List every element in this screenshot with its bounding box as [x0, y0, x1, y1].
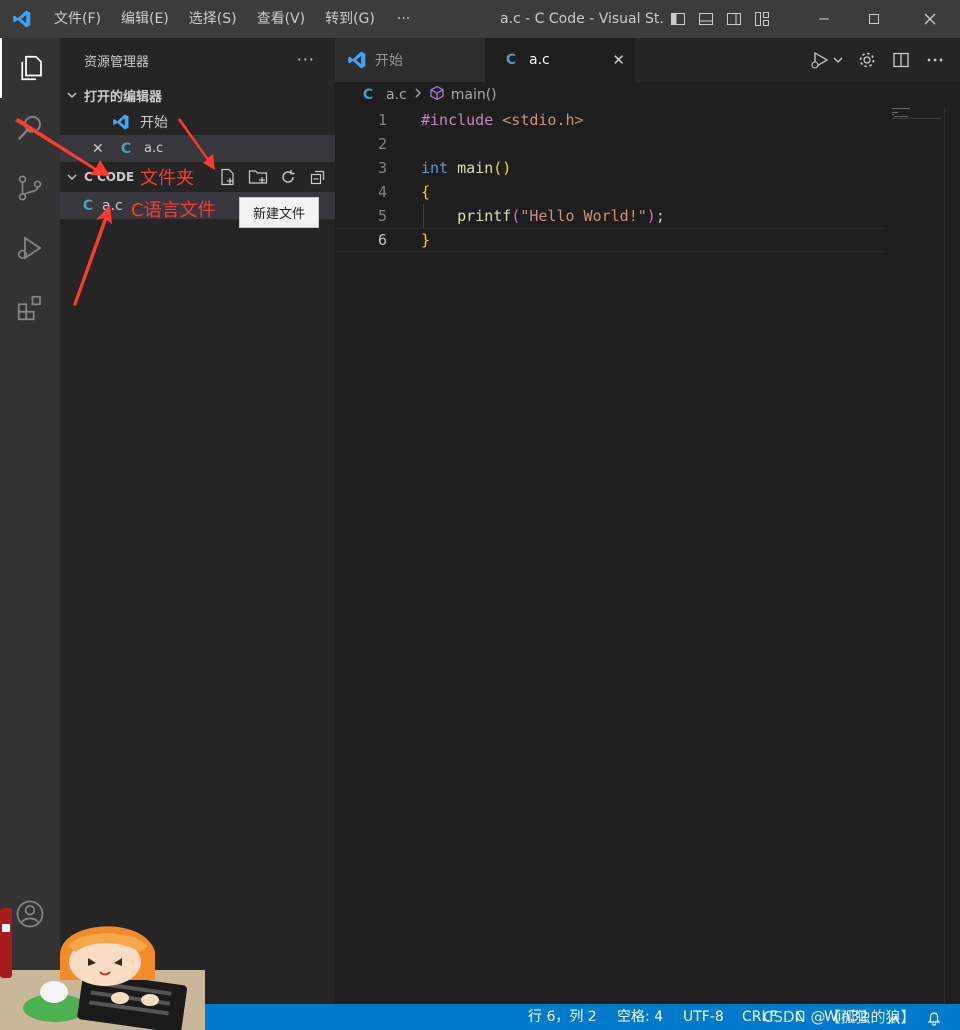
code-editor[interactable]: 1 #include <stdio.h> 2 3 int main() 4 { … [335, 106, 960, 1004]
folder-section-c-code[interactable]: C CODE [60, 164, 335, 190]
menu-more-button[interactable]: ··· [385, 11, 422, 27]
open-editor-item-a-c[interactable]: ✕ C a.c [60, 135, 335, 162]
folder-annotation: 文件夹 [140, 168, 194, 189]
line-number: 5 [377, 207, 387, 225]
code-line-current: 6 } [335, 228, 885, 252]
title-bar: 文件(F) 编辑(E) 选择(S) 查看(V) 转到(G) ··· a.c - … [0, 0, 960, 38]
line-number: 1 [377, 111, 387, 129]
menu-selection[interactable]: 选择(S) [179, 0, 247, 38]
explorer-title: 资源管理器 [84, 54, 150, 70]
more-actions-button[interactable] [924, 50, 946, 70]
new-file-icon[interactable] [218, 167, 238, 187]
line-number: 2 [377, 135, 387, 153]
refresh-icon[interactable] [278, 167, 298, 187]
vscode-logo-icon [0, 0, 44, 38]
chevron-down-icon [60, 171, 84, 183]
line-number: 4 [377, 183, 387, 201]
vscode-icon [112, 113, 134, 131]
open-editor-item-welcome[interactable]: 开始 [60, 108, 335, 135]
open-editor-label: 开始 [140, 114, 168, 131]
toggle-secondary-sidebar-icon[interactable] [724, 9, 744, 29]
c-file-icon: C [362, 87, 374, 103]
close-tab-icon[interactable]: ✕ [612, 51, 625, 69]
code-text: printf("Hello World!"); [457, 207, 665, 225]
layout-controls [668, 9, 772, 29]
open-editors-section[interactable]: 打开的编辑器 [60, 82, 335, 108]
close-window-icon[interactable] [906, 0, 954, 38]
run-debug-icon[interactable] [0, 218, 60, 278]
c-file-icon: C [120, 140, 132, 157]
breadcrumb-symbol[interactable]: main() [451, 87, 497, 103]
tab-welcome[interactable]: 开始 [335, 38, 485, 82]
c-file-annotation: C语言文件 [131, 200, 216, 221]
code-text: int main() [421, 159, 512, 177]
chevron-down-icon [60, 89, 84, 101]
toggle-panel-icon[interactable] [696, 9, 716, 29]
menu-go[interactable]: 转到(G) [315, 0, 385, 38]
mascot-sticker-icon [0, 908, 205, 1030]
file-label: a.c [102, 197, 123, 214]
minimap[interactable] [890, 106, 946, 126]
code-line: 2 [335, 132, 885, 156]
code-line: 1 #include <stdio.h> [335, 108, 885, 132]
notifications-bell-icon[interactable] [926, 1009, 942, 1030]
collapse-all-icon[interactable] [308, 167, 328, 187]
menu-edit[interactable]: 编辑(E) [111, 0, 179, 38]
cursor-position[interactable]: 行 6，列 2 [528, 1004, 597, 1030]
code-text: { [421, 183, 431, 201]
indentation[interactable]: 空格: 4 [617, 1004, 663, 1030]
explorer-sidebar: 资源管理器 ··· 打开的编辑器 开始 ✕ C a.c C CODE C a.c [60, 38, 335, 1004]
c-file-icon: C [82, 197, 94, 214]
line-number: 3 [377, 159, 387, 177]
c-file-icon: C [505, 52, 517, 68]
editor-tabs: 开始 C a.c ✕ [335, 38, 960, 82]
run-file-icon[interactable] [810, 50, 844, 70]
code-line: 3 int main() [335, 156, 885, 180]
menu-file[interactable]: 文件(F) [44, 0, 111, 38]
new-folder-icon[interactable] [248, 167, 268, 187]
tab-label: a.c [529, 52, 550, 68]
editor-actions [810, 50, 946, 70]
chevron-right-icon [413, 87, 423, 103]
editor-scrollbar[interactable] [944, 106, 960, 1004]
open-editors-label: 打开的编辑器 [84, 89, 163, 105]
menu-view[interactable]: 查看(V) [247, 0, 316, 38]
breadcrumb: C a.c main() [360, 84, 497, 106]
new-file-tooltip: 新建文件 [239, 197, 319, 228]
search-icon[interactable] [0, 98, 60, 158]
vscode-icon [347, 50, 371, 70]
watermark: CSDN @【孤独的狼】 [763, 1008, 916, 1026]
split-editor-icon[interactable] [890, 50, 912, 70]
folder-label: C CODE [84, 170, 135, 184]
minimize-icon[interactable] [800, 0, 848, 38]
customize-layout-icon[interactable] [752, 9, 772, 29]
activity-bar [0, 38, 60, 1004]
encoding[interactable]: UTF-8 [683, 1004, 724, 1030]
extensions-icon[interactable] [0, 278, 60, 338]
maximize-icon[interactable] [850, 0, 898, 38]
explorer-icon[interactable] [0, 38, 60, 98]
toggle-sidebar-icon[interactable] [668, 9, 688, 29]
symbol-method-icon [429, 85, 445, 105]
tab-label: 开始 [375, 53, 403, 69]
menu-bar: 文件(F) 编辑(E) 选择(S) 查看(V) 转到(G) ··· [44, 0, 422, 38]
line-number: 6 [377, 231, 387, 249]
code-text: #include <stdio.h> [421, 111, 584, 129]
code-line: 5 printf("Hello World!"); [335, 204, 885, 228]
breadcrumb-file[interactable]: a.c [386, 87, 407, 103]
gear-icon[interactable] [856, 50, 878, 70]
open-editor-label: a.c [144, 141, 164, 156]
tab-a-c[interactable]: C a.c ✕ [485, 38, 635, 82]
window-title: a.c - C Code - Visual St... [500, 11, 665, 27]
close-editor-icon[interactable]: ✕ [92, 141, 110, 157]
folder-toolbar [218, 167, 328, 187]
explorer-more-button[interactable]: ··· [297, 50, 315, 69]
code-line: 4 { [335, 180, 885, 204]
code-text: } [421, 231, 431, 249]
source-control-icon[interactable] [0, 158, 60, 218]
